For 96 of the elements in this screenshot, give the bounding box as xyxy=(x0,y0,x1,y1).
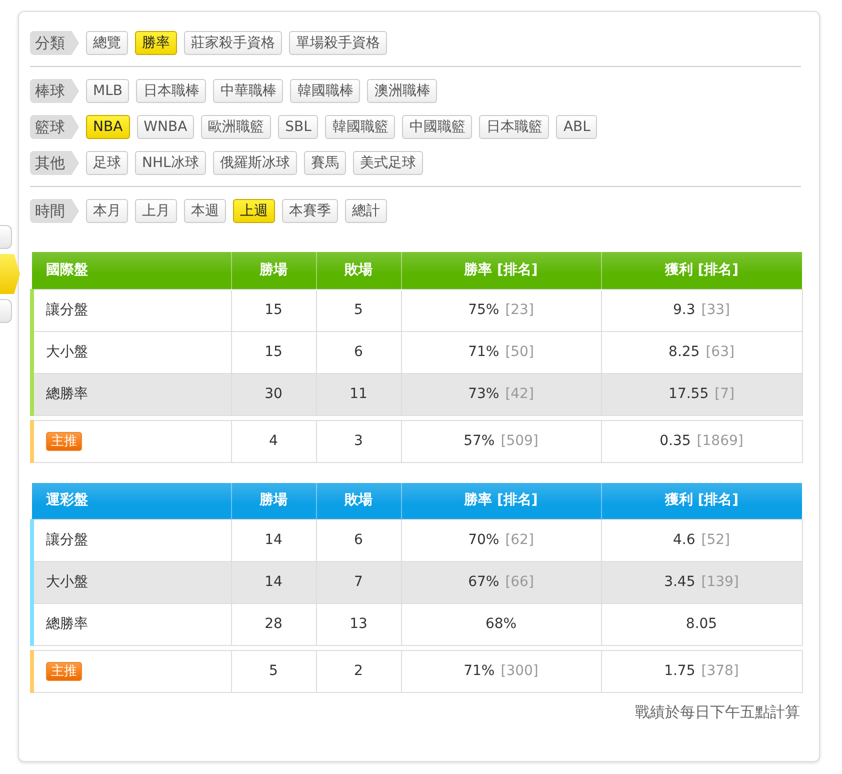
table-cell: 4 xyxy=(231,420,316,462)
table-cell: 30 xyxy=(231,373,316,415)
filter-button[interactable]: 中華職棒 xyxy=(213,79,284,103)
filter-button[interactable]: 歐洲職籃 xyxy=(201,115,272,139)
column-header: 國際盤 xyxy=(32,252,231,289)
profit-value: 1.75 xyxy=(664,663,696,679)
filter-button[interactable]: MLB xyxy=(86,79,130,103)
filter-label: 籃球 xyxy=(30,115,79,139)
table-cell: 11 xyxy=(316,373,401,415)
filter-button[interactable]: 俄羅斯冰球 xyxy=(212,151,297,175)
rank-text: [66] xyxy=(505,574,534,590)
table-cell: 15 xyxy=(231,331,316,373)
filter-button[interactable]: 本賽季 xyxy=(282,199,338,223)
table-cell: 5 xyxy=(316,289,401,331)
table-cell: 5 xyxy=(231,650,316,692)
rate-value: 70% xyxy=(468,532,500,548)
filter-button[interactable]: 韓國職棒 xyxy=(290,79,360,103)
filter-button[interactable]: 日本職籃 xyxy=(479,115,550,139)
filter-button[interactable]: 中國職籃 xyxy=(402,115,472,139)
table-cell: 3 xyxy=(316,420,401,462)
filter-button[interactable]: 足球 xyxy=(86,151,128,175)
rate-value: 73% xyxy=(468,386,500,402)
filter-button[interactable]: 賽馬 xyxy=(304,151,346,175)
filter-label: 其他 xyxy=(30,151,79,175)
rate-value: 67% xyxy=(468,574,500,590)
featured-badge: 主推 xyxy=(46,432,82,450)
table-cell: 大小盤 xyxy=(32,562,231,604)
filter-button[interactable]: 總覽 xyxy=(86,31,128,55)
filter-button[interactable]: NBA xyxy=(86,115,130,139)
filter-button[interactable]: 上月 xyxy=(135,199,177,223)
rate-value: 57% xyxy=(464,432,495,448)
column-header: 勝場 xyxy=(231,482,316,520)
rank-text: [33] xyxy=(701,302,730,318)
filter-button[interactable]: 本週 xyxy=(184,199,226,223)
side-tab[interactable] xyxy=(0,299,12,323)
rate-value: 71% xyxy=(468,344,500,360)
table-cell: 7 xyxy=(316,562,401,604)
filter-button[interactable]: 莊家殺手資格 xyxy=(184,31,282,55)
filter-label: 棒球 xyxy=(30,79,79,103)
filter-button[interactable]: NHL冰球 xyxy=(135,151,206,175)
profit-value: 4.6 xyxy=(672,532,696,548)
table-cell: 15 xyxy=(231,289,316,331)
rank-text: [63] xyxy=(706,344,734,360)
table-cell: 6 xyxy=(316,331,401,373)
column-header: 運彩盤 xyxy=(32,482,231,520)
filter-button[interactable]: 美式足球 xyxy=(352,151,423,175)
column-header: 勝場 xyxy=(231,252,316,289)
rank-text: [23] xyxy=(505,302,534,318)
rate-value: 75% xyxy=(468,302,500,318)
profit-value: 9.3 xyxy=(672,302,696,318)
rank-text: [50] xyxy=(505,344,534,360)
filter-button[interactable]: 勝率 xyxy=(135,31,177,55)
table-cell: 13 xyxy=(316,604,401,646)
table-cell: 14 xyxy=(231,520,316,562)
filter-button[interactable]: 總計 xyxy=(345,199,387,223)
column-header: 敗場 xyxy=(316,482,401,520)
rate-value: 71% xyxy=(464,663,495,679)
profit-value: 3.45 xyxy=(664,574,696,590)
filter-button[interactable]: 上週 xyxy=(233,199,275,223)
rank-text: [1869] xyxy=(696,432,744,448)
filter-button[interactable]: 日本職棒 xyxy=(136,79,206,103)
rank-text: [52] xyxy=(701,532,730,548)
table-cell: 2 xyxy=(316,650,401,692)
column-header: 獲利 [排名] xyxy=(601,482,802,520)
filter-label: 分類 xyxy=(30,31,79,55)
filter-button[interactable]: 澳洲職棒 xyxy=(367,79,438,103)
rank-text: [7] xyxy=(714,386,734,402)
profit-value: 8.25 xyxy=(668,344,700,360)
side-tab[interactable] xyxy=(0,254,20,294)
rank-text: [509] xyxy=(500,432,538,448)
rate-value: 68% xyxy=(485,616,517,632)
rank-text: [62] xyxy=(505,532,534,548)
profit-value: 8.05 xyxy=(686,616,718,632)
rank-text: [42] xyxy=(505,386,534,402)
filter-button[interactable]: ABL xyxy=(556,115,598,139)
rank-text: [139] xyxy=(701,574,739,590)
rank-text: [378] xyxy=(701,663,739,679)
profit-value: 0.35 xyxy=(660,432,691,448)
table-cell: 28 xyxy=(231,604,316,646)
footnote-text: 戰績於每日下午五點計算 xyxy=(634,702,800,723)
column-header: 勝率 [排名] xyxy=(401,482,601,520)
rank-text: [300] xyxy=(500,663,538,679)
column-header: 敗場 xyxy=(316,252,401,289)
table-cell: 總勝率 xyxy=(32,373,231,415)
column-header: 獲利 [排名] xyxy=(601,252,802,289)
filter-button[interactable]: WNBA xyxy=(136,115,194,139)
featured-badge: 主推 xyxy=(46,662,82,681)
filter-button[interactable]: 單場殺手資格 xyxy=(289,31,387,55)
side-tab[interactable] xyxy=(0,225,12,249)
filter-label: 時間 xyxy=(30,199,79,223)
filter-button[interactable]: SBL xyxy=(278,115,318,139)
column-header: 勝率 [排名] xyxy=(401,252,601,289)
filter-button[interactable]: 韓國職籃 xyxy=(325,115,396,139)
filter-button[interactable]: 本月 xyxy=(86,199,128,223)
table-cell: 14 xyxy=(231,562,316,604)
profit-value: 17.55 xyxy=(668,386,709,402)
